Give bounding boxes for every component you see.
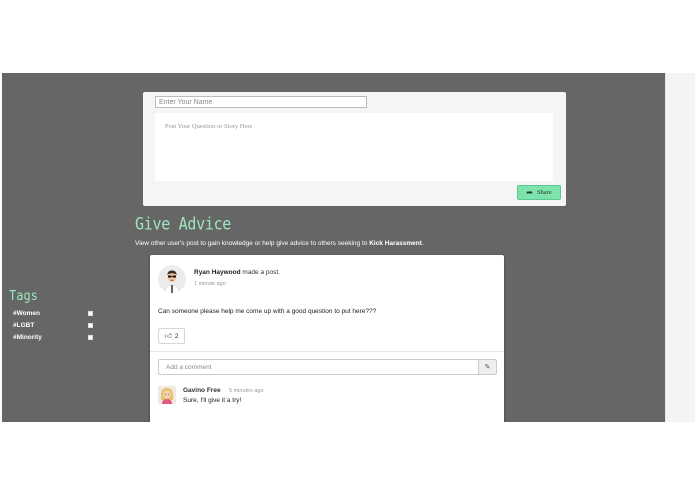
post-action: made a post. (240, 269, 280, 276)
comment-author[interactable]: Gavino Free (183, 387, 221, 394)
post-textarea[interactable] (155, 113, 553, 181)
tag-item-lgbt[interactable]: #LGBT (13, 320, 93, 330)
like-button[interactable]: 👍︎ 2 (158, 328, 185, 344)
post-author[interactable]: Ryan Haywood (194, 269, 241, 276)
share-button-label: Share (536, 189, 552, 196)
post-timestamp: 1 minute ago (194, 281, 226, 287)
comment-timestamp: 5 minutes ago (229, 388, 264, 394)
post-card: Ryan Haywood made a post. 1 minute ago C… (150, 255, 504, 422)
edit-icon: ✎ (484, 363, 491, 371)
tag-label: #LGBT (13, 321, 35, 329)
comment-text: Sure, I'll give it a try! (183, 397, 242, 404)
name-input[interactable] (155, 96, 367, 108)
description-suffix: . (421, 240, 424, 247)
give-advice-description: View other user's post to gain knowledge… (135, 240, 424, 247)
page: ➦ Share Give Advice View other user's po… (0, 0, 695, 494)
commenter-avatar (158, 386, 176, 404)
tag-item-minority[interactable]: #Minority (13, 332, 93, 342)
right-scroll-area (665, 73, 695, 422)
share-button[interactable]: ➦ Share (517, 185, 561, 200)
avatar (158, 265, 186, 293)
app-panel: ➦ Share Give Advice View other user's po… (2, 73, 665, 422)
post-composer: ➦ Share (143, 92, 566, 206)
give-advice-title: Give Advice (135, 214, 232, 234)
tag-item-women[interactable]: #Women (13, 308, 93, 318)
tags-title: Tags (9, 288, 38, 304)
tag-checkbox[interactable] (88, 334, 93, 340)
tag-label: #Minority (13, 333, 42, 341)
post-author-line: Ryan Haywood made a post. (194, 269, 280, 276)
comment-input[interactable] (158, 359, 478, 375)
thumbs-up-icon: 👍︎ (164, 331, 172, 340)
post-body: Can someone please help me come up with … (158, 308, 377, 315)
tag-label: #Women (13, 309, 40, 317)
description-emphasis: Kick Harassment (369, 240, 422, 247)
description-text: View other user's post to gain knowledge… (135, 240, 370, 247)
like-count: 2 (174, 332, 179, 340)
tag-checkbox[interactable] (88, 310, 93, 316)
tag-checkbox[interactable] (88, 322, 93, 328)
comment-submit-button[interactable]: ✎ (478, 359, 497, 375)
divider (150, 351, 504, 352)
share-arrow-icon: ➦ (526, 187, 533, 197)
